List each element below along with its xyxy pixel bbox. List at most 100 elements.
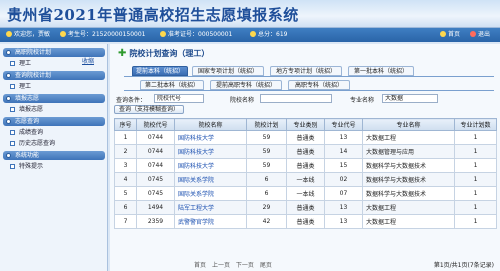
sidebar-item-history-query[interactable]: 历史志愿查询 [10,139,55,148]
cell-major-type: 普通类 [286,144,325,159]
table-header-row: 序号 院校代号 院校名称 院校计划 专业类别 专业代号 专业名称 专业计划数 [114,118,497,131]
app-header: 贵州省2021年普通高校招生志愿填报系统 [0,0,500,28]
cell-school-name[interactable]: 国防科技大学 [174,158,247,173]
cell-major-plan: 1 [454,214,497,229]
school-name-link[interactable]: 国际关系学院 [178,191,214,198]
item-icon [10,164,15,169]
col-header-major-plan: 专业计划数 [454,118,497,131]
col-header-school-plan: 院校计划 [246,118,287,131]
results-table: 序号 院校代号 院校名称 院校计划 专业类别 专业代号 专业名称 专业计划数 1… [114,118,497,229]
cell-school-name[interactable]: 陆军工程大学 [174,200,247,215]
cell-index: 3 [114,158,137,173]
user-info-bar: 欢迎您，贾敏 考生号：21520000150001 准考证号：000500001… [0,28,500,42]
score-icon [250,31,256,37]
plus-icon: ✚ [118,48,127,59]
tab-early-undergrad[interactable]: 提前本科（统招） [132,66,188,76]
cell-major-code: 07 [324,186,363,201]
sidebar-group-system-functions[interactable]: 系统功能 [3,151,105,160]
tab-first-batch[interactable]: 第一批本科（统招） [348,66,414,76]
sidebar: 高职院校计划 收缩 理工 查询院校计划 理工 填报志愿 填报志愿 志愿查询 成绩… [0,44,108,271]
cell-major-plan: 1 [454,186,497,201]
table-row: 5 0745 国际关系学院 6 一本线 07 数据科学与大数据技术 1 [114,186,497,201]
tab-local-special[interactable]: 地方专项计划（统招） [270,66,342,76]
sidebar-item-vocational-science[interactable]: 理工 [10,59,31,68]
cell-school-name[interactable]: 国防科技大学 [174,144,247,159]
school-name-link[interactable]: 国防科技大学 [178,163,214,170]
sidebar-item-query-science[interactable]: 理工 [10,82,31,91]
cell-school-name[interactable]: 武警警官学院 [174,214,247,229]
cell-index: 5 [114,186,137,201]
table-row: 7 2359 武警警官学院 42 普通类 13 大数据工程 1 [114,214,497,229]
item-icon [10,130,15,135]
major-name-input[interactable]: 大数据 [382,94,438,103]
cell-major-code: 13 [324,130,363,145]
col-header-major-type: 专业类别 [286,118,325,131]
cell-major-plan: 1 [454,130,497,145]
tab-second-batch[interactable]: 第二批本科（统招） [140,80,204,90]
cell-school-name[interactable]: 国防科技大学 [174,130,247,145]
sidebar-group-fill-application[interactable]: 填报志愿 [3,94,105,103]
collapse-link[interactable]: 收缩 [82,56,94,65]
cell-school-plan: 59 [246,130,287,145]
bullet-icon [6,73,11,78]
school-name-link[interactable]: 国防科技大学 [178,149,214,156]
cell-major-code: 14 [324,144,363,159]
cell-school-plan: 29 [246,200,287,215]
home-link[interactable]: 首页 [440,28,460,42]
item-icon [10,84,15,89]
table-row: 2 0744 国防科技大学 59 普通类 14 大数据管理与应用 1 [114,144,497,159]
pager-prev[interactable]: 上一页 [212,262,230,269]
cell-school-name[interactable]: 国际关系学院 [174,186,247,201]
cell-major-type: 普通类 [286,214,325,229]
school-name-link[interactable]: 武警警官学院 [178,219,214,226]
exit-link[interactable]: 退出 [470,28,490,42]
exam-number: 考生号：21520000150001 [60,28,145,42]
cell-major-plan: 1 [454,158,497,173]
cell-index: 4 [114,172,137,187]
cell-index: 2 [114,144,137,159]
cell-school-name[interactable]: 国际关系学院 [174,172,247,187]
cell-school-code: 0744 [136,158,175,173]
cell-school-plan: 59 [246,158,287,173]
school-name-input[interactable] [260,94,332,103]
table-row: 6 1494 陆军工程大学 29 普通类 13 大数据工程 1 [114,200,497,215]
cell-school-code: 0745 [136,186,175,201]
cell-major-plan: 1 [454,144,497,159]
tab-early-vocational[interactable]: 提前高职专科（统招） [210,80,282,90]
pager-first[interactable]: 首页 [194,262,206,269]
col-header-school-code: 院校代号 [136,118,175,131]
tab-national-special[interactable]: 国家专项计划（统招） [192,66,264,76]
school-name-link[interactable]: 国际关系学院 [178,177,214,184]
cell-major-name: 大数据工程 [362,130,455,145]
cell-school-plan: 6 [246,186,287,201]
school-code-input[interactable]: 院校代号 [154,94,204,103]
cell-major-name: 数据科学与大数据技术 [362,186,455,201]
school-name-link[interactable]: 陆军工程大学 [178,205,214,212]
sidebar-group-query-plan[interactable]: 查询院校计划 [3,71,105,80]
page-info: 第1页/共1页(7条记录) [433,262,494,269]
pager-last[interactable]: 尾页 [260,262,272,269]
app-title: 贵州省2021年普通高校招生志愿填报系统 [7,6,299,24]
cell-school-code: 0745 [136,172,175,187]
sidebar-group-application-query[interactable]: 志愿查询 [3,117,105,126]
pager-next[interactable]: 下一页 [236,262,254,269]
cell-school-plan: 6 [246,172,287,187]
cell-school-plan: 42 [246,214,287,229]
sidebar-item-special-notice[interactable]: 特殊提示 [10,162,43,171]
home-icon [440,31,446,37]
bullet-icon [6,119,11,124]
id-card-icon [60,31,66,37]
school-name-link[interactable]: 国防科技大学 [178,135,214,142]
cell-major-type: 普通类 [286,130,325,145]
search-button[interactable]: 查询（支持模糊查询） [114,105,185,114]
cell-index: 7 [114,214,137,229]
cell-major-code: 13 [324,200,363,215]
bullet-icon [6,50,11,55]
table-row: 3 0744 国防科技大学 59 普通类 15 数据科学与大数据技术 1 [114,158,497,173]
tab-divider [124,90,494,91]
sidebar-item-score-query[interactable]: 成绩查询 [10,128,43,137]
tab-vocational[interactable]: 高职专科（统招） [288,80,350,90]
cell-major-name: 大数据管理与应用 [362,144,455,159]
bullet-icon [6,96,11,101]
sidebar-item-fill-application[interactable]: 填报志愿 [10,105,43,114]
